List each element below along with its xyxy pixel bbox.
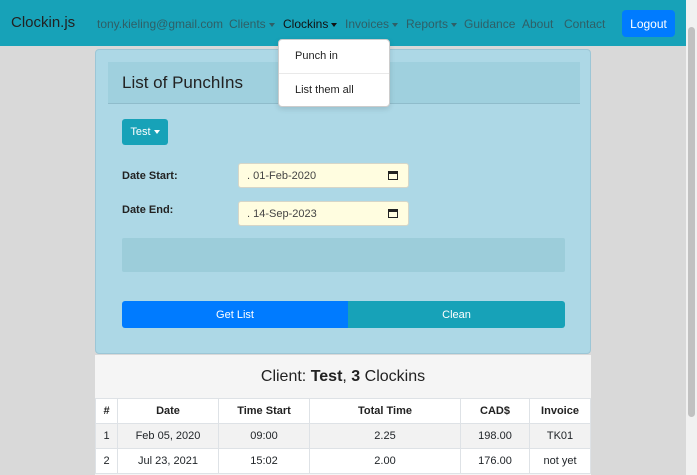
page-title: List of PunchIns [122,73,243,92]
date-end-label: Date End: [122,204,174,216]
scrollbar-thumb[interactable] [688,27,695,417]
get-list-button[interactable]: Get List [122,301,348,328]
table-cell: TK01 [529,423,591,449]
chevron-down-icon [451,22,458,27]
results-separator: , [342,368,352,385]
table-cell: 15:02 [218,448,310,474]
nav-reports-label: Reports [406,17,449,31]
table-cell: 09:00 [218,423,310,449]
column-header: CAD$ [460,398,530,424]
table-cell: 2.25 [309,423,461,449]
column-header: Time Start [218,398,310,424]
nav-reports[interactable]: Reports [406,17,458,31]
chevron-down-icon [331,22,338,27]
date-end-input[interactable]: . 14-Sep-2023 [238,201,409,226]
nav-contact[interactable]: Contact [564,17,605,31]
nav-about[interactable]: About [522,17,553,31]
logout-button[interactable]: Logout [622,10,675,37]
column-header: Date [117,398,219,424]
results-prefix: Client: [260,368,311,385]
clockins-table: # Date Time Start Total Time CAD$ Invoic… [95,398,591,474]
chevron-down-icon [268,22,275,27]
nav-clients[interactable]: Clients [229,17,275,31]
nav-guidance[interactable]: Guidance [464,17,515,31]
table-cell: Jul 23, 2021 [117,448,219,474]
nav-clockins-label: Clockins [283,17,329,31]
table-cell: 2.00 [309,448,461,474]
menu-item-list-all[interactable]: List them all [295,84,354,96]
date-start-value: . 01-Feb-2020 [247,169,317,182]
user-email[interactable]: tony.kieling@gmail.com [97,17,223,31]
table-header-row: # Date Time Start Total Time CAD$ Invoic… [95,398,591,424]
date-start-label: Date Start: [122,170,178,182]
column-header: Total Time [309,398,461,424]
brand-logo[interactable]: Clockin.js [11,14,75,31]
results-suffix: Clockins [360,368,426,385]
calendar-icon[interactable] [388,209,398,218]
results-heading: Client: Test, 3 Clockins [95,368,591,386]
table-row: 1 Feb 05, 2020 09:00 2.25 198.00 TK01 [95,423,591,449]
chevron-down-icon [392,22,399,27]
menu-divider [279,73,389,74]
clean-button[interactable]: Clean [348,301,565,328]
calendar-icon[interactable] [388,171,398,180]
table-cell: 2 [95,448,118,474]
clockins-dropdown-menu: Punch in List them all [278,39,390,107]
nav-clients-label: Clients [229,17,266,31]
table-row: 2 Jul 23, 2021 15:02 2.00 176.00 not yet [95,448,591,474]
table-cell: 1 [95,423,118,449]
table-cell: Feb 05, 2020 [117,423,219,449]
nav-invoices-label: Invoices [345,17,390,31]
date-end-value: . 14-Sep-2023 [247,207,317,220]
chevron-down-icon [153,130,160,134]
menu-item-punch-in[interactable]: Punch in [295,50,338,62]
column-header: Invoice [529,398,591,424]
results-count: 3 [351,368,361,385]
table-cell: not yet [529,448,591,474]
table-cell: 198.00 [460,423,530,449]
nav-invoices[interactable]: Invoices [345,17,399,31]
nav-clockins[interactable]: Clockins [283,17,338,31]
column-header: # [95,398,118,424]
table-cell: 176.00 [460,448,530,474]
client-select-button[interactable]: Test [122,119,168,145]
date-start-input[interactable]: . 01-Feb-2020 [238,163,409,188]
info-bar [122,238,565,272]
client-select-label: Test [130,126,151,138]
results-client: Test [310,368,343,385]
